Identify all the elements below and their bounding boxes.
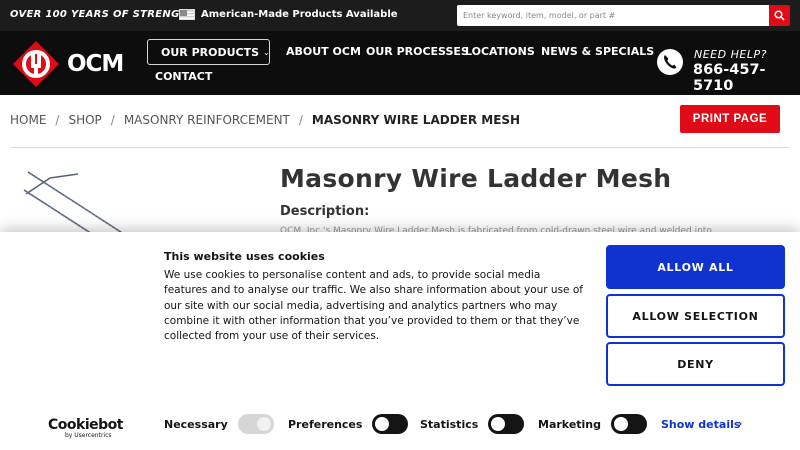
toggle-statistics[interactable] (488, 414, 525, 434)
nav-processes[interactable]: OUR PROCESSES (366, 45, 469, 58)
chevron-right-icon[interactable]: › (738, 417, 742, 430)
toggle-marketing-label: Marketing (538, 417, 602, 431)
toggle-necessary-row: Necessary (164, 414, 274, 434)
nav-contact[interactable]: CONTACT (155, 70, 212, 83)
tagline: OVER 100 YEARS OF STRENGTH (10, 9, 196, 20)
print-page-button[interactable]: PRINT PAGE (680, 105, 780, 133)
nav-our-products-label: OUR PRODUCTS (161, 45, 260, 59)
description-label: Description: (280, 204, 370, 219)
phone-number[interactable]: 866-457-5710 (693, 62, 800, 94)
breadcrumb-separator: / (55, 113, 60, 127)
toggle-necessary (237, 414, 274, 434)
product-title: Masonry Wire Ladder Mesh (280, 164, 672, 193)
toggle-statistics-row: Statistics (420, 414, 525, 434)
allow-all-button[interactable]: ALLOW ALL (606, 245, 785, 289)
breadcrumb-separator: / (298, 113, 303, 127)
search-button[interactable] (769, 5, 790, 26)
toggle-preferences-label: Preferences (288, 417, 363, 431)
show-details-link[interactable]: Show details (661, 418, 740, 431)
search-icon (774, 10, 785, 21)
chevron-down-icon: ⌄ (263, 47, 270, 57)
toggle-marketing[interactable] (611, 414, 648, 434)
need-help-label: NEED HELP? (694, 48, 767, 61)
cookiebot-sub: by Usercentrics (65, 432, 112, 439)
phone-icon[interactable] (656, 48, 686, 78)
breadcrumb-separator: / (110, 113, 115, 127)
cookie-consent-banner: This website uses cookies We use cookies… (0, 232, 800, 450)
breadcrumb-shop[interactable]: SHOP (68, 113, 101, 127)
content-divider (10, 147, 790, 148)
toggle-preferences-row: Preferences (288, 414, 409, 434)
search-input[interactable] (457, 5, 769, 26)
breadcrumb-masonry-reinforcement[interactable]: MASONRY REINFORCEMENT (124, 113, 290, 127)
toggle-necessary-label: Necessary (164, 417, 228, 431)
breadcrumb-home[interactable]: HOME (10, 113, 46, 127)
main-header: OCM OUR PRODUCTS ⌄ ABOUT OCM OUR PROCESS… (0, 31, 800, 95)
cookiebot-logo[interactable]: Cookiebot by Usercentrics (48, 417, 123, 439)
toggle-marketing-row: Marketing (538, 414, 648, 434)
cookie-description: We use cookies to personalise content an… (164, 269, 583, 343)
ocm-logo[interactable]: OCM (12, 40, 124, 88)
nav-our-products[interactable]: OUR PRODUCTS ⌄ (147, 39, 270, 65)
breadcrumb-current: MASONRY WIRE LADDER MESH (311, 113, 521, 127)
product-image[interactable] (20, 160, 150, 240)
allow-selection-button[interactable]: ALLOW SELECTION (606, 294, 785, 338)
top-bar: OVER 100 YEARS OF STRENGTH American-Made… (0, 0, 800, 31)
ocm-emblem-icon (13, 41, 59, 87)
nav-news-specials[interactable]: NEWS & SPECIALS (541, 45, 654, 58)
cookiebot-brand: Cookiebot (48, 417, 123, 433)
logo-text: OCM (67, 51, 124, 77)
american-made-link[interactable]: American-Made Products Available (201, 9, 398, 20)
nav-about[interactable]: ABOUT OCM (286, 45, 361, 58)
nav-locations[interactable]: LOCATIONS (465, 45, 535, 58)
cookie-title: This website uses cookies (164, 250, 325, 263)
breadcrumb: HOME / SHOP / MASONRY REINFORCEMENT / MA… (10, 113, 520, 127)
toggle-statistics-label: Statistics (420, 417, 479, 431)
deny-button[interactable]: DENY (606, 342, 785, 386)
us-flag-icon (179, 9, 195, 20)
toggle-preferences[interactable] (372, 414, 409, 434)
